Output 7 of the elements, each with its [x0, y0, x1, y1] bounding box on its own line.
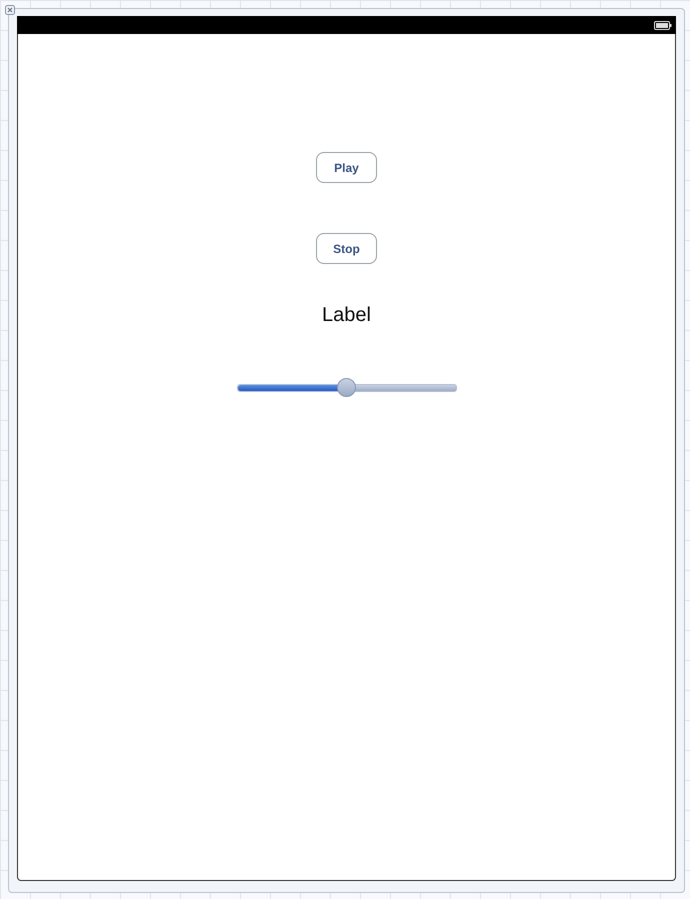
round-rect-button[interactable]: Stop	[316, 233, 377, 264]
battery-icon	[654, 20, 672, 30]
slider-thumb[interactable]	[336, 378, 356, 397]
close-icon[interactable]	[5, 5, 15, 15]
round-rect-button[interactable]: Play	[316, 152, 377, 183]
text-label: Label	[322, 303, 371, 327]
slider[interactable]	[236, 378, 456, 397]
